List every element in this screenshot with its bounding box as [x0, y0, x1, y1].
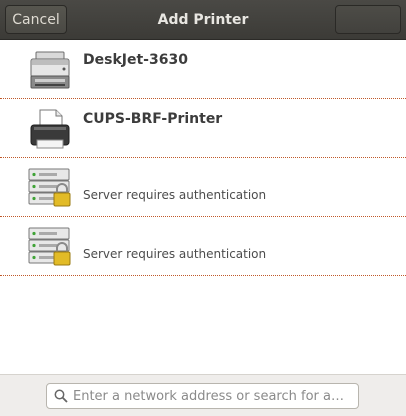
- search-icon: [54, 389, 68, 403]
- cancel-button-label: Cancel: [12, 11, 60, 28]
- locked-server-icon: [28, 227, 71, 266]
- search-box[interactable]: [46, 383, 359, 409]
- header-bar: Cancel Add Printer: [0, 0, 406, 40]
- printer-description: Server requires authentication: [83, 188, 267, 202]
- printer-row-server-auth-2[interactable]: Server requires authentication: [0, 217, 406, 276]
- printer-row-deskjet[interactable]: DeskJet-3630: [0, 40, 406, 99]
- multifunction-printer-icon: [30, 51, 70, 89]
- printer-description: Server requires authentication: [83, 247, 267, 261]
- search-input[interactable]: [73, 384, 355, 408]
- printer-name: CUPS-BRF-Printer: [83, 111, 223, 127]
- printer-list: DeskJet-3630 CUPS-BRF-Printer Server req…: [0, 40, 406, 276]
- search-bar-area: [0, 374, 406, 416]
- printer-name: DeskJet-3630: [83, 52, 188, 68]
- add-button[interactable]: [335, 5, 401, 34]
- printer-row-server-auth-1[interactable]: Server requires authentication: [0, 158, 406, 217]
- printer-row-cups-brf[interactable]: CUPS-BRF-Printer: [0, 99, 406, 158]
- locked-server-icon: [28, 168, 71, 207]
- printer-icon: [30, 109, 70, 149]
- cancel-button[interactable]: Cancel: [5, 5, 67, 34]
